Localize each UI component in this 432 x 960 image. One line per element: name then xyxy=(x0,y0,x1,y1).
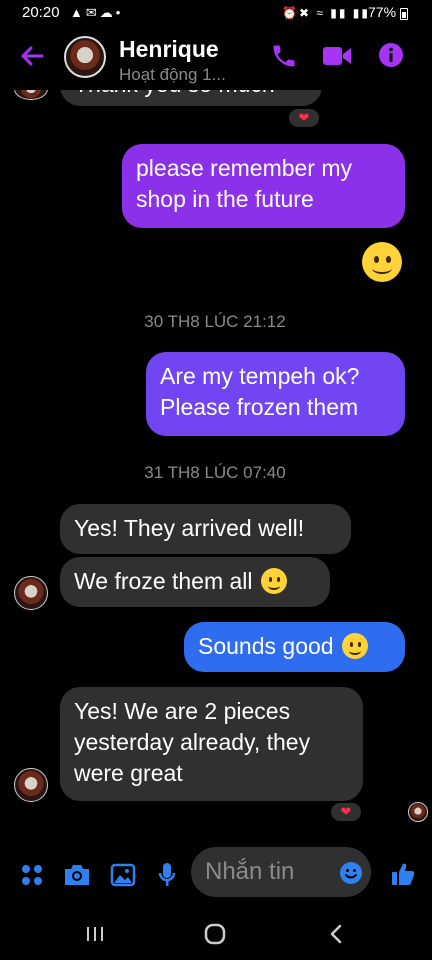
emoji-icon[interactable] xyxy=(339,861,363,885)
composer-bar xyxy=(0,846,432,902)
apps-icon[interactable] xyxy=(20,863,44,887)
message-field[interactable] xyxy=(205,857,335,887)
info-icon[interactable] xyxy=(378,42,404,68)
timestamp: 30 TH8 LÚC 21:12 xyxy=(144,312,286,331)
timestamp: 31 TH8 LÚC 07:40 xyxy=(144,463,286,482)
status-bar: 20:20 ▲✉☁• ⏰✖ ≈ ▮▮ ▮▮ 77% xyxy=(0,0,432,28)
thumbs-up-icon[interactable] xyxy=(390,861,416,887)
contact-name[interactable]: Henrique xyxy=(119,36,219,63)
notification-icons: ▲✉☁• xyxy=(70,5,124,20)
system-nav-bar xyxy=(0,910,432,960)
battery-percent: 77% xyxy=(368,4,397,20)
smiley-emoji-icon xyxy=(341,633,368,659)
smiley-emoji-icon xyxy=(260,568,287,594)
smiley-emoji-icon[interactable] xyxy=(362,242,402,282)
avatar[interactable] xyxy=(14,768,48,802)
message-outgoing[interactable]: please remember my shop in the future xyxy=(122,144,405,228)
message-outgoing[interactable]: Sounds good xyxy=(184,622,405,672)
signal-icons: ⏰✖ ≈ ▮▮ ▮▮ xyxy=(282,6,370,20)
video-icon[interactable] xyxy=(322,44,352,68)
active-status: Hoạt động 1... xyxy=(119,65,226,84)
message-input[interactable] xyxy=(191,847,371,897)
status-time: 20:20 xyxy=(22,4,60,21)
nav-back-icon[interactable] xyxy=(326,922,346,946)
heart-reaction[interactable]: ❤ xyxy=(329,801,363,823)
home-icon[interactable] xyxy=(203,922,227,946)
camera-icon[interactable] xyxy=(63,863,91,887)
heart-reaction[interactable]: ❤ xyxy=(287,107,321,129)
avatar[interactable] xyxy=(14,576,48,610)
battery-icon xyxy=(400,8,408,20)
message-thread[interactable]: Thank you so much ❤ please remember my s… xyxy=(0,60,432,830)
seen-avatar xyxy=(408,802,428,822)
message-outgoing[interactable]: Are my tempeh ok? Please frozen them xyxy=(146,352,405,436)
message-incoming[interactable]: Yes! We are 2 pieces yesterday already, … xyxy=(60,687,363,801)
gallery-icon[interactable] xyxy=(110,863,136,887)
recents-icon[interactable] xyxy=(85,922,105,946)
phone-icon[interactable] xyxy=(270,42,298,70)
avatar[interactable] xyxy=(64,36,106,78)
mic-icon[interactable] xyxy=(157,861,177,889)
chat-header: Henrique Hoạt động 1... xyxy=(0,28,432,90)
message-incoming[interactable]: We froze them all xyxy=(60,557,330,607)
back-arrow-icon[interactable] xyxy=(16,40,48,72)
message-incoming[interactable]: Yes! They arrived well! xyxy=(60,504,351,554)
